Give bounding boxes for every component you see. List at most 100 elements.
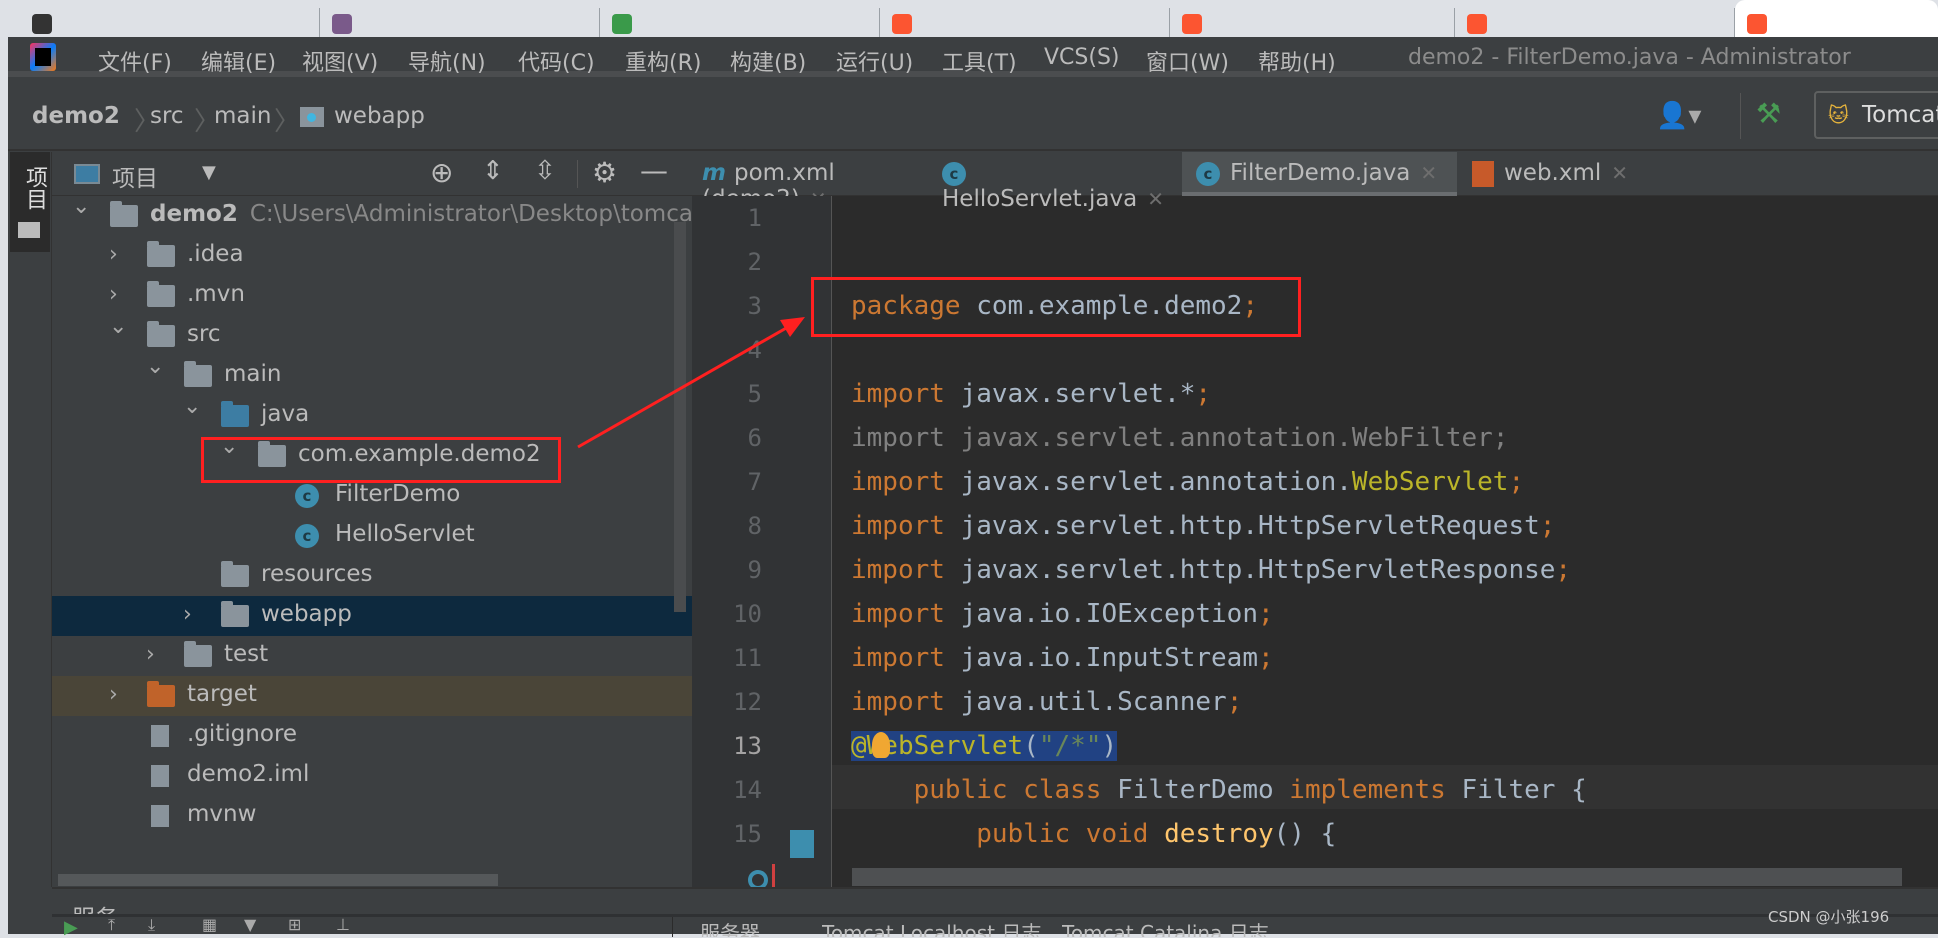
chevron-right-icon[interactable]: › [109,242,118,267]
code-line[interactable]: import javax.servlet.annotation.WebServl… [851,460,1524,504]
menu-build[interactable]: 构建(B) [730,45,806,77]
tab-web-xml[interactable]: web.xml ✕ [1472,152,1672,196]
menu-tools[interactable]: 工具(T) [942,45,1017,77]
tree-item-test[interactable]: › test [52,636,692,676]
code-line[interactable]: public void destroy() { [851,812,1336,856]
tree-horizontal-scrollbar[interactable] [58,874,498,886]
menu-refactor[interactable]: 重构(R) [625,45,701,77]
tree-vertical-scrollbar[interactable] [674,222,686,612]
tab-server[interactable]: 服务器 [700,923,760,937]
code-line[interactable]: @WebServlet("/*") [851,724,1118,768]
menu-vcs[interactable]: VCS(S) [1044,45,1120,70]
tree-item--mvn[interactable]: › .mvn [52,276,692,316]
run-config-selector[interactable]: 🐱 Tomcat [1814,91,1938,139]
chevron-right-icon[interactable]: › [109,682,118,707]
csdn-favicon-icon [1467,14,1487,34]
tree-item-webapp[interactable]: › webapp [52,596,692,636]
locate-file-icon[interactable]: ⊕ [430,156,453,189]
chevron-right-icon[interactable]: › [183,602,192,627]
browser-tab[interactable] [1455,8,1735,40]
group-icon[interactable]: ▦ [202,915,217,934]
browser-tab[interactable] [600,8,880,40]
tab-filterdemo[interactable]: c FilterDemo.java ✕ [1182,152,1457,196]
tree-item-mvnw[interactable]: mvnw [52,796,692,836]
tree-item-demo2[interactable]: ⌄ demo2 C:\Users\Administrator\Desktop\tom… [52,194,692,236]
filter-icon[interactable]: ▼ [244,915,256,934]
tab-helloservlet[interactable]: cHelloServlet.java ✕ [942,152,1172,212]
chevron-down-icon[interactable]: ⌄ [72,194,90,219]
project-panel-title: 项目 [112,166,158,192]
breadcrumb-src[interactable]: src [150,103,184,129]
hide-panel-icon[interactable]: — [640,154,668,187]
tab-localhost-log[interactable]: Tomcat Localhost 日志 [822,923,1041,937]
code-line[interactable]: import javax.servlet.annotation.WebFilte… [851,416,1508,460]
menu-run[interactable]: 运行(U) [836,45,913,77]
code-line[interactable]: import javax.servlet.*; [851,372,1211,416]
code-line[interactable]: import javax.servlet.http.HttpServletReq… [851,504,1555,548]
menu-edit[interactable]: 编辑(E) [201,45,276,77]
chevron-down-icon[interactable]: ⌄ [146,354,164,379]
menu-file[interactable]: 文件(F) [98,45,172,77]
browser-tab[interactable] [320,8,600,40]
favicon-icon [32,14,52,34]
chevron-down-icon[interactable]: ⌄ [183,394,201,419]
view-dropdown-icon[interactable]: ▼ [202,162,216,183]
browser-tab[interactable] [880,8,1170,40]
code-token: ; [1226,687,1243,717]
override-gutter-icon[interactable] [748,870,768,887]
chevron-down-icon[interactable]: ⌄ [109,314,127,339]
menu-bar: 文件(F) 编辑(E) 视图(V) 导航(N) 代码(C) 重构(R) 构建(B… [8,37,1938,77]
collapse-icon[interactable]: ⤓ [148,915,155,935]
code-line[interactable]: import java.io.InputStream; [851,636,1274,680]
menu-navigate[interactable]: 导航(N) [408,45,486,77]
menu-view[interactable]: 视图(V) [302,45,378,77]
browser-tab[interactable] [1170,8,1455,40]
breadcrumb-webapp[interactable]: webapp [334,103,425,129]
tab-label: web.xml [1504,160,1602,186]
tab-pom-xml[interactable]: m pom.xml (demo2)✕ [702,152,927,212]
project-tool-tab[interactable]: 项目 [10,152,50,252]
close-icon[interactable]: ✕ [1420,161,1437,185]
close-icon[interactable]: ✕ [1611,161,1628,185]
user-icon[interactable]: 👤▾ [1656,101,1701,131]
breadcrumb-demo2[interactable]: demo2 [32,103,120,129]
menu-code[interactable]: 代码(C) [518,45,595,77]
tree-item-target[interactable]: › target [52,676,692,716]
tree-item--gitignore[interactable]: .gitignore [52,716,692,756]
chevron-right-icon[interactable]: › [146,642,155,667]
pin-icon[interactable]: ⊥ [336,915,350,934]
tree-item-label: src [187,321,221,347]
editor-horizontal-scrollbar[interactable] [852,868,1902,886]
web-servlet-gutter-icon[interactable] [790,830,814,858]
code-line[interactable]: import javax.servlet.http.HttpServletRes… [851,548,1571,592]
build-hammer-icon[interactable]: ⚒ [1756,97,1781,130]
lightbulb-icon[interactable] [872,732,890,758]
tree-item-main[interactable]: ⌄ main [52,354,692,396]
tab-catalina-log[interactable]: Tomcat Catalina 日志 [1062,923,1269,937]
tree-item-demo2-iml[interactable]: demo2.iml [52,756,692,796]
menu-help[interactable]: 帮助(H) [1258,45,1336,77]
tree-item-java[interactable]: ⌄ java [52,394,692,436]
run-icon[interactable]: ▶ [64,917,78,938]
code-line[interactable]: import java.io.IOException; [851,592,1274,636]
tree-item-src[interactable]: ⌄ src [52,314,692,356]
close-icon[interactable]: ✕ [1147,187,1164,211]
chevron-right-icon[interactable]: › [109,282,118,307]
tree-item-helloservlet[interactable]: c HelloServlet [52,516,692,556]
expand-icon[interactable]: ⤒ [108,915,115,935]
browser-tab[interactable] [20,8,320,40]
code-token: Filter { [1445,775,1587,805]
add-service-icon[interactable]: ⊞ [288,915,301,934]
tree-item--idea[interactable]: › .idea [52,236,692,276]
breadcrumb-main[interactable]: main [214,103,271,129]
menu-window[interactable]: 窗口(W) [1146,45,1229,77]
gear-icon[interactable]: ⚙ [592,156,617,189]
code-token: javax.servlet.* [944,379,1196,409]
browser-tab-active[interactable] [1735,0,1938,40]
tree-item-resources[interactable]: resources [52,556,692,596]
collapse-all-icon[interactable]: ⇳ [534,156,556,186]
code-token: import [851,599,945,629]
expand-all-icon[interactable]: ⇕ [482,156,504,186]
code-line[interactable]: public class FilterDemo implements Filte… [851,768,1587,812]
code-line[interactable]: import java.util.Scanner; [851,680,1242,724]
